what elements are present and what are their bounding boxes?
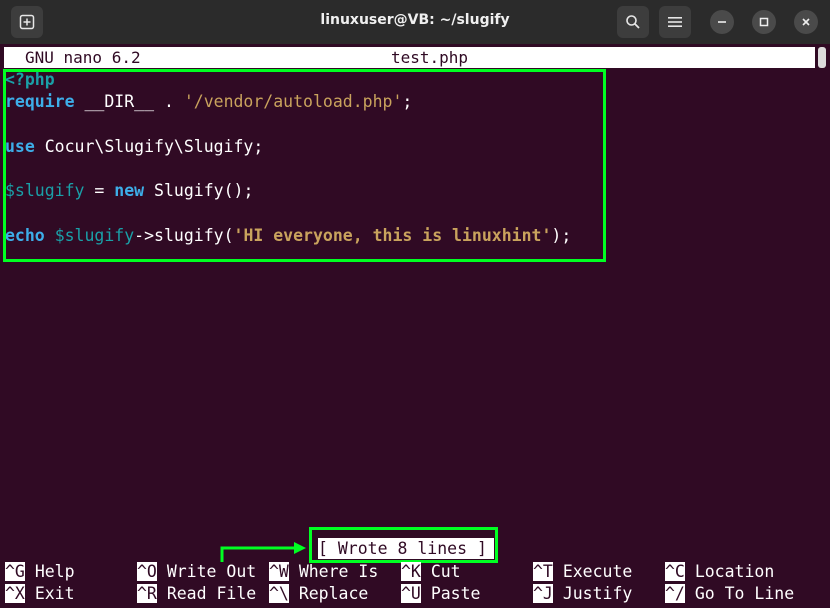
shortcut-justify[interactable]: ^J Justify <box>533 583 632 604</box>
hamburger-icon <box>668 17 682 27</box>
shortcut-location[interactable]: ^C Location <box>665 561 774 582</box>
title-bar: linuxuser@VB: ~/slugify <box>0 0 830 44</box>
window-title: linuxuser@VB: ~/slugify <box>320 12 510 28</box>
shortcut-paste[interactable]: ^U Paste <box>401 583 480 604</box>
maximize-button[interactable] <box>752 10 776 34</box>
minimize-icon <box>718 21 726 23</box>
shortcut-replace[interactable]: ^\ Replace <box>269 583 368 604</box>
minimize-button[interactable] <box>710 10 734 34</box>
shortcut-cut[interactable]: ^K Cut <box>401 561 461 582</box>
search-icon <box>626 15 640 29</box>
shortcut-write-out[interactable]: ^O Write Out <box>137 561 256 582</box>
shortcut-go-to-line[interactable]: ^/ Go To Line <box>665 583 794 604</box>
menu-button[interactable] <box>659 6 691 38</box>
scrollbar[interactable] <box>818 47 826 68</box>
status-highlight-box <box>309 527 498 563</box>
shortcut-execute[interactable]: ^T Execute <box>533 561 632 582</box>
code-highlight-box <box>3 69 606 262</box>
shortcut-help[interactable]: ^G Help <box>5 561 75 582</box>
shortcut-exit[interactable]: ^X Exit <box>5 583 75 604</box>
nano-version: GNU nano 6.2 <box>25 48 141 67</box>
shortcut-where-is[interactable]: ^W Where Is <box>269 561 378 582</box>
shortcut-read-file[interactable]: ^R Read File <box>137 583 256 604</box>
maximize-icon <box>759 17 769 27</box>
close-icon <box>802 18 810 26</box>
close-button[interactable] <box>794 10 818 34</box>
nano-header: GNU nano 6.2 test.php <box>4 47 815 68</box>
search-button[interactable] <box>617 6 649 38</box>
nano-filename: test.php <box>391 48 469 67</box>
